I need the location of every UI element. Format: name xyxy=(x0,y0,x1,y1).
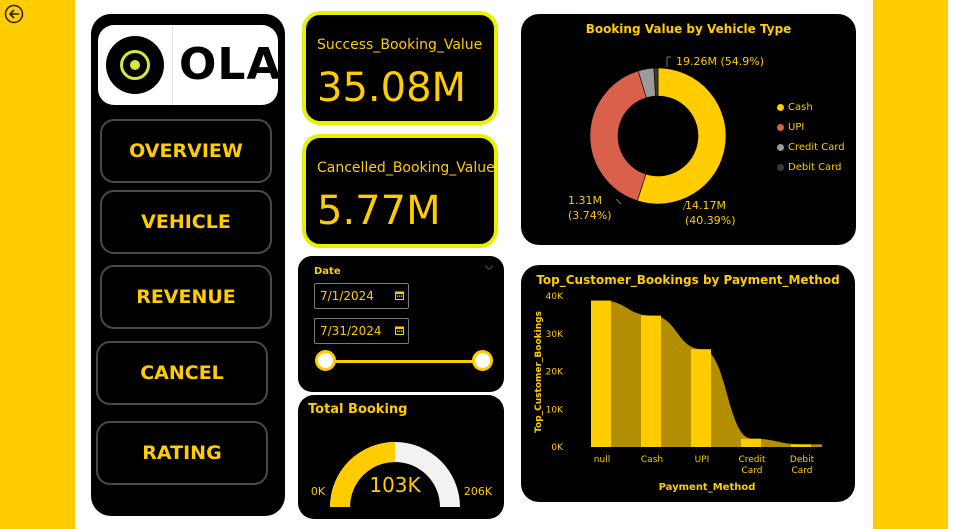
logo-mark-icon xyxy=(106,36,164,94)
kpi-label: Success_Booking_Value xyxy=(317,37,483,53)
ola-logo: OLA xyxy=(98,25,278,105)
calendar-icon[interactable] xyxy=(395,326,404,335)
legend-item-debit-card[interactable]: Debit Card xyxy=(777,157,845,177)
bar-null[interactable] xyxy=(591,300,611,447)
nav-button-overview[interactable]: OVERVIEW xyxy=(100,119,272,183)
legend-item-cash[interactable]: Cash xyxy=(777,97,845,117)
start-date-value: 7/1/2024 xyxy=(320,289,374,303)
y-tick-label: 40K xyxy=(546,292,564,302)
donut-label-cash: 19.26M (54.9%) xyxy=(676,55,765,68)
nav-button-vehicle[interactable]: VEHICLE xyxy=(100,190,272,254)
slider-handle-end[interactable] xyxy=(472,350,493,371)
bar-chart-panel: Top_Customer_Bookings by Payment_Method … xyxy=(521,265,855,502)
bar-credit-card[interactable] xyxy=(741,438,761,447)
date-range-slider-track[interactable] xyxy=(325,360,482,363)
gauge-svg: 103K 0K 206K xyxy=(311,442,493,507)
bar-debit-card[interactable] xyxy=(791,444,811,447)
bar-cash[interactable] xyxy=(641,315,661,447)
legend-swatch xyxy=(777,123,784,131)
donut-label-upi: 14.17M (40.39%) xyxy=(685,199,736,227)
donut-slice-upi[interactable] xyxy=(589,70,647,202)
slider-handle-start[interactable] xyxy=(315,350,336,371)
calendar-icon[interactable] xyxy=(395,291,404,300)
nav-button-rating[interactable]: RATING xyxy=(96,421,268,485)
total-booking-gauge: Total Booking 103K 0K 206K xyxy=(298,395,504,519)
bar-y-axis-title: Top_Customer_Bookings xyxy=(534,311,544,433)
end-date-value: 7/31/2024 xyxy=(320,324,382,338)
kpi-label: Cancelled_Booking_Value xyxy=(317,160,495,176)
bar-upi[interactable] xyxy=(691,349,711,447)
gauge-value-label: 103K xyxy=(369,473,421,497)
kpi-card-success-booking: Success_Booking_Value 35.08M xyxy=(302,11,498,125)
gauge-min-label: 0K xyxy=(311,485,326,498)
legend-item-upi[interactable]: UPI xyxy=(777,117,845,137)
end-date-input[interactable]: 7/31/2024 xyxy=(314,318,409,344)
legend-item-credit-card[interactable]: Credit Card xyxy=(777,137,845,157)
logo-text: OLA xyxy=(179,39,278,90)
legend-swatch xyxy=(777,163,784,171)
sidebar: OLA OVERVIEW VEHICLE REVENUE CANCEL RATI… xyxy=(91,14,285,516)
legend-swatch xyxy=(777,103,784,111)
x-tick-label: null xyxy=(594,455,610,465)
y-tick-label: 10K xyxy=(546,405,564,415)
y-tick-label: 30K xyxy=(546,330,564,340)
kpi-value: 35.08M xyxy=(317,65,467,111)
donut-chart-panel: Booking Value by Vehicle Type 19.26M (54… xyxy=(521,14,856,245)
back-arrow-icon[interactable] xyxy=(4,4,24,24)
date-slicer: Date 7/1/2024 7/31/2024 xyxy=(298,256,504,392)
y-tick-label: 20K xyxy=(546,368,564,378)
legend-swatch xyxy=(777,143,784,151)
left-yellow-band xyxy=(0,0,75,529)
bar-x-axis-title: Payment_Method xyxy=(659,482,756,493)
kpi-card-cancelled-booking: Cancelled_Booking_Value 5.77M xyxy=(302,134,498,248)
donut-label-credit-card: 1.31M (3.74%) xyxy=(568,194,612,222)
chevron-down-icon[interactable] xyxy=(484,264,494,272)
date-slicer-label: Date xyxy=(314,266,341,277)
x-tick-label: UPI xyxy=(695,455,710,465)
nav-button-revenue[interactable]: REVENUE xyxy=(100,265,272,329)
start-date-input[interactable]: 7/1/2024 xyxy=(314,283,409,309)
bar-chart: 0K 10K 20K 30K 40K null Cash UPI Credit Card Debi… xyxy=(534,292,822,493)
donut-legend: Cash UPI Credit Card Debit Card xyxy=(777,97,845,177)
kpi-value: 5.77M xyxy=(317,188,441,234)
x-tick-label: Credit Card xyxy=(738,455,766,476)
right-white-strip xyxy=(948,0,953,529)
right-yellow-band xyxy=(873,0,948,529)
x-tick-label: Cash xyxy=(641,455,663,465)
gauge-max-label: 206K xyxy=(464,485,493,498)
nav-button-cancel[interactable]: CANCEL xyxy=(96,341,268,405)
x-tick-label: Debit Card xyxy=(790,455,815,476)
y-tick-label: 0K xyxy=(551,443,564,453)
